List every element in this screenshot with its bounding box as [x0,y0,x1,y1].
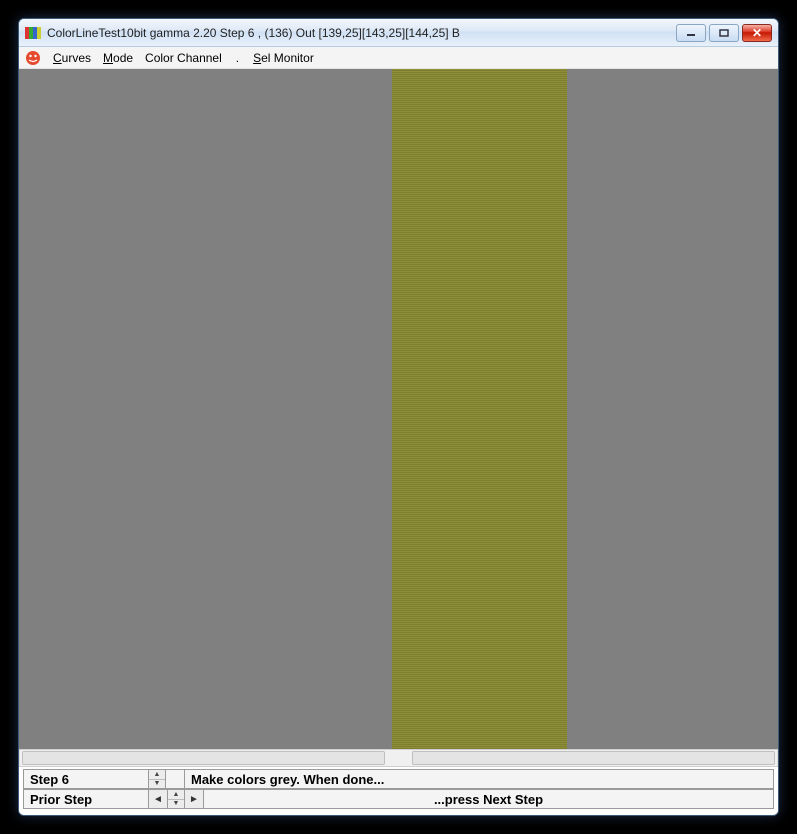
maximize-button[interactable] [709,24,739,42]
menu-sel-monitor[interactable]: Sel Monitor [253,51,314,65]
menubar: Curves Mode Color Channel . Sel Monitor [19,47,778,69]
prior-step-arrow-left[interactable]: ◄ [148,789,168,809]
nav-spinner[interactable]: ▲ ▼ [167,789,185,809]
step-number-label: Step 6 [30,772,69,787]
spinner-up-icon[interactable]: ▲ [149,770,165,780]
arrow-right-icon: ► [189,794,199,805]
window-title: ColorLineTest10bit gamma 2.20 Step 6 , (… [47,26,460,40]
horizontal-scrollbar[interactable] [19,749,778,766]
window-controls: ✕ [676,24,772,42]
menu-separator-dot: . [234,51,241,65]
step-spinner[interactable]: ▲ ▼ [148,769,166,789]
test-pattern-canvas[interactable] [19,69,778,749]
next-step-arrow-right[interactable]: ► [184,789,204,809]
spinner-down-icon[interactable]: ▼ [149,780,165,789]
prior-step-button[interactable]: Prior Step [23,789,149,809]
instruction-line-2: ...press Next Step [203,789,774,809]
menu-app-icon[interactable] [25,50,41,66]
color-test-band [392,69,567,749]
close-button[interactable]: ✕ [742,24,772,42]
app-icon [25,25,41,41]
nav-spinner-up-icon[interactable]: ▲ [168,790,184,800]
scrollbar-thumb-right[interactable] [412,751,775,765]
menu-curves[interactable]: Curves [53,51,91,65]
spacer-box-1 [165,769,185,789]
menu-color-channel[interactable]: Color Channel [145,51,222,65]
instruction-line-1: Make colors grey. When done... [184,769,774,789]
prior-step-label: Prior Step [30,792,92,807]
arrow-left-icon: ◄ [153,794,163,805]
close-icon: ✕ [752,27,762,39]
bottom-panel: Step 6 ▲ ▼ Make colors grey. When done..… [19,766,778,815]
minimize-button[interactable] [676,24,706,42]
scrollbar-track[interactable] [19,750,778,766]
step-number-field[interactable]: Step 6 [23,769,149,789]
titlebar[interactable]: ColorLineTest10bit gamma 2.20 Step 6 , (… [19,19,778,47]
app-window: ColorLineTest10bit gamma 2.20 Step 6 , (… [18,18,779,816]
nav-spinner-down-icon[interactable]: ▼ [168,800,184,809]
menu-mode[interactable]: Mode [103,51,133,65]
scrollbar-thumb-left[interactable] [22,751,385,765]
